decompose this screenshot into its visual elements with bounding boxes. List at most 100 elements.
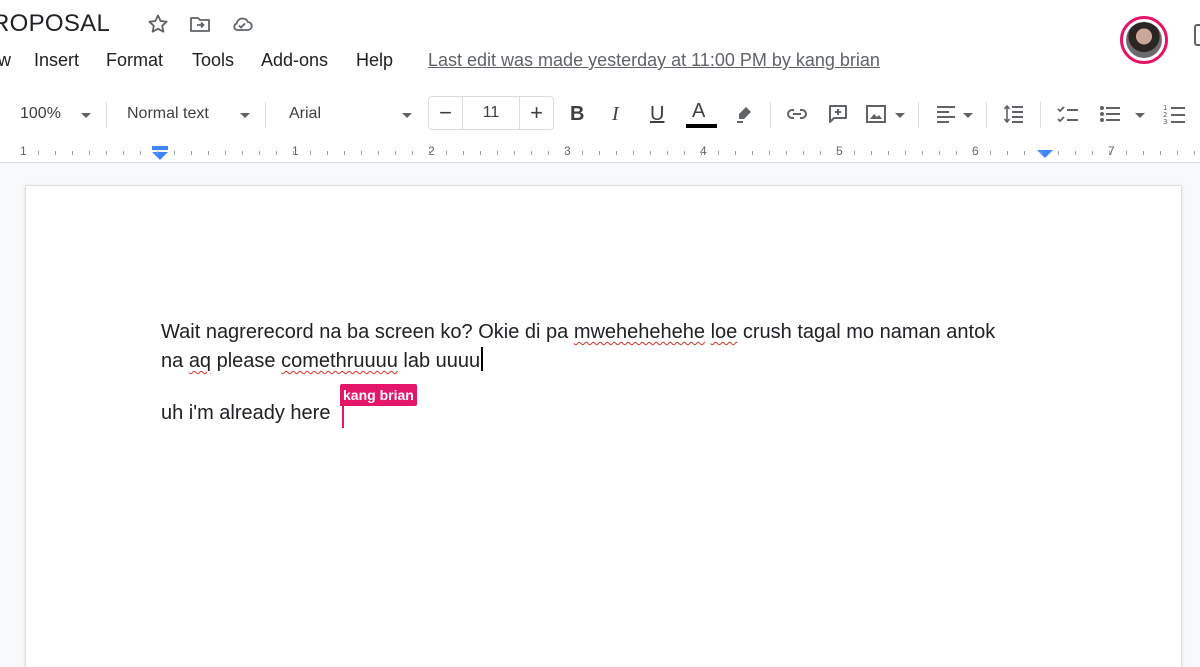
zoom-select[interactable]: 100% [20,96,61,132]
text-run: please [211,350,282,372]
italic-button[interactable]: I [612,96,619,132]
ruler-tick [174,151,175,155]
ruler-tick [922,151,923,155]
text-run: Wait nagrerecord na ba screen ko? Okie d… [161,321,574,343]
align-chevron-down-icon[interactable] [963,113,973,118]
line-spacing-icon[interactable] [1002,102,1026,126]
title-bar: ROPOSAL [0,0,1200,64]
style-select[interactable]: Normal text [127,96,209,132]
bold-button[interactable]: B [570,96,584,132]
menu-view[interactable]: w [0,50,11,71]
star-icon[interactable] [146,12,170,36]
font-select[interactable]: Arial [289,96,321,132]
ruler-tick [259,151,260,155]
ruler-tick [310,151,311,155]
ruler-tick [1058,151,1059,155]
ruler-tick [293,151,294,155]
ruler-tick [429,151,430,155]
style-chevron-down-icon [240,113,250,118]
ruler-tick [837,151,838,155]
ruler-tick [803,151,804,155]
misspelled-word[interactable]: loe [711,321,738,343]
horizontal-ruler[interactable]: 1 1 2 3 4 5 6 7 [0,143,1200,163]
toolbar-divider [106,102,107,128]
right-indent-marker-icon[interactable] [1036,149,1054,159]
ruler-tick [1126,151,1127,155]
ruler-tick [973,151,974,155]
text-cursor [481,347,484,371]
cloud-status-icon[interactable] [230,12,254,36]
ruler-tick [514,151,515,155]
ruler-tick [769,151,770,155]
menu-help[interactable]: Help [356,50,393,71]
ruler-tick [939,151,940,155]
ruler-tick [1041,151,1042,155]
ruler-tick [191,151,192,155]
insert-image-icon[interactable] [864,102,888,126]
document-page[interactable] [25,185,1182,667]
menu-format[interactable]: Format [106,50,163,71]
ruler-tick [667,151,668,155]
document-title[interactable]: ROPOSAL [0,10,110,38]
ruler-tick [582,151,583,155]
ruler-tick [497,151,498,155]
bullet-chevron-down-icon[interactable] [1135,113,1145,118]
bulleted-list-icon[interactable] [1098,102,1122,126]
ruler-tick [1109,151,1110,155]
ruler-tick [633,151,634,155]
image-chevron-down-icon[interactable] [895,113,905,118]
ruler-tick [38,151,39,155]
ruler-tick [157,151,158,155]
ruler-tick [1194,151,1195,155]
checklist-icon[interactable] [1056,102,1080,126]
toolbar-divider [918,102,919,128]
comments-icon[interactable] [1194,24,1200,46]
add-comment-icon[interactable] [826,102,850,126]
highlight-icon[interactable] [732,102,756,126]
menu-insert[interactable]: Insert [34,50,79,71]
ruler-tick [752,151,753,155]
ruler-label: 1 [20,144,27,158]
misspelled-word[interactable]: aq [189,350,211,372]
menu-add-ons[interactable]: Add-ons [261,50,328,71]
menu-tools[interactable]: Tools [192,50,234,71]
toolbar-divider [770,102,771,128]
decrease-font-size-button[interactable]: − [429,97,463,129]
font-size-input[interactable]: 11 [463,97,519,129]
document-paragraph[interactable]: uh i'm already here [161,402,330,425]
ruler-tick [548,151,549,155]
ruler-tick [1092,151,1093,155]
ruler-tick [820,151,821,155]
link-icon[interactable] [785,102,809,126]
underline-button[interactable]: U [650,96,664,132]
font-chevron-down-icon [402,113,412,118]
text-run: lab uuuu [397,350,481,372]
ruler-tick [344,151,345,155]
toolbar-divider [1040,102,1041,128]
italic-icon: I [612,102,619,125]
document-paragraph[interactable]: Wait nagrerecord na ba screen ko? Okie d… [161,318,1061,376]
misspelled-word[interactable]: mwehehehehe [574,321,705,343]
left-indent-marker-icon[interactable] [151,146,169,161]
ruler-tick [446,151,447,155]
ruler-tick [276,151,277,155]
numbered-list-icon[interactable]: 1 2 3 [1163,102,1187,126]
collaborator-name-flag: kang brian [340,384,417,406]
zoom-value: 100% [20,105,61,122]
ruler-tick [735,151,736,155]
move-folder-icon[interactable] [188,12,212,36]
increase-font-size-button[interactable]: + [519,97,553,129]
last-edit-link[interactable]: Last edit was made yesterday at 11:00 PM… [428,50,880,71]
ruler-tick [55,151,56,155]
ruler-tick [990,151,991,155]
font-size-stepper[interactable]: − 11 + [428,96,554,130]
ruler-tick [531,151,532,155]
ruler-tick [1160,151,1161,155]
text-run: na [161,350,189,372]
align-left-icon[interactable] [934,102,958,126]
collaborator-cursor [342,404,344,428]
ruler-tick [412,151,413,155]
misspelled-word[interactable]: comethruuuu [281,350,398,372]
user-avatar[interactable] [1120,16,1168,64]
ruler-tick [140,151,141,155]
